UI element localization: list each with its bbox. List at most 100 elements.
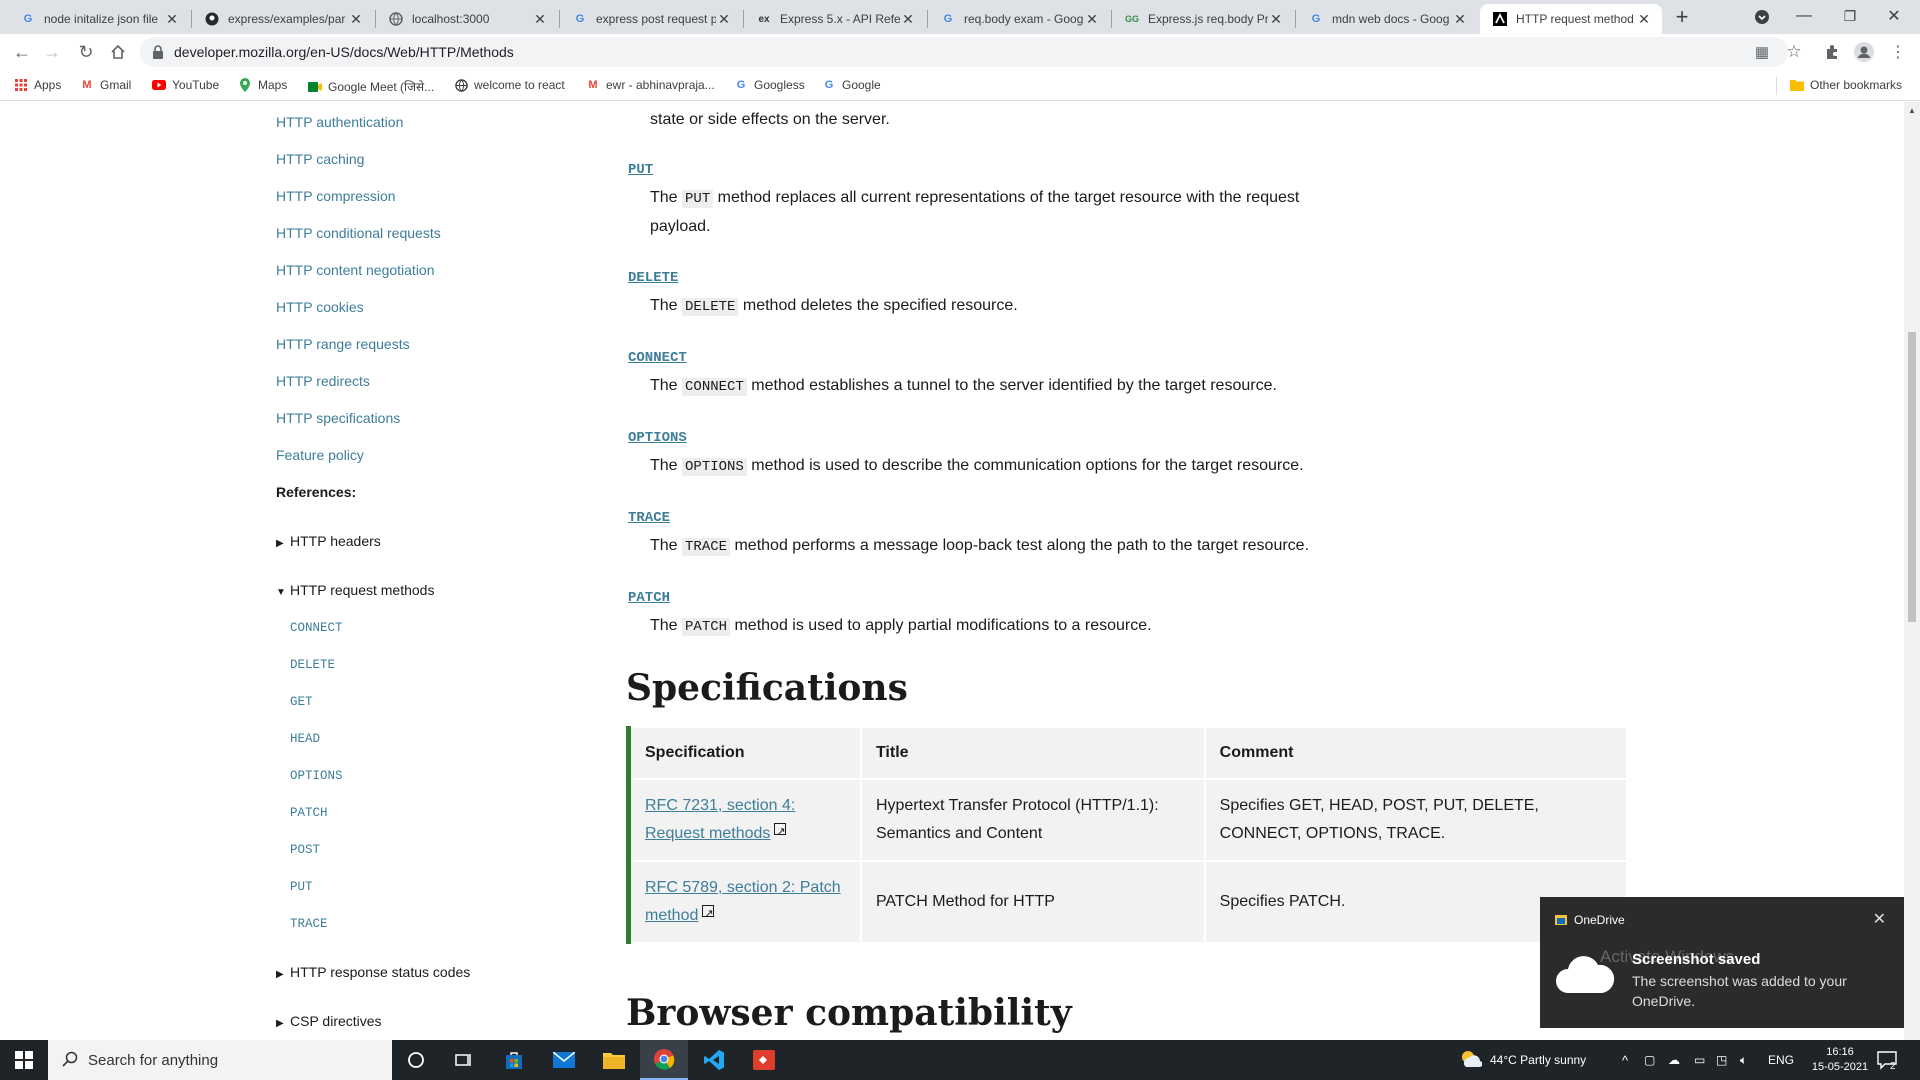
bookmark-maps[interactable]: Maps	[238, 78, 287, 92]
cortana-icon[interactable]	[392, 1040, 440, 1080]
restore-button[interactable]: ❐	[1836, 2, 1864, 30]
sidebar-method-get[interactable]: GET	[290, 695, 313, 709]
close-icon[interactable]: ✕	[1873, 909, 1886, 929]
browser-tab[interactable]: G express post request p ✕	[560, 4, 742, 34]
taskbar-search-box[interactable]: Search for anything	[48, 1040, 392, 1080]
bookmark-googless[interactable]: G Googless	[734, 78, 805, 92]
browser-tab[interactable]: express/examples/par ✕	[192, 4, 374, 34]
close-tab-icon[interactable]: ✕	[1452, 11, 1468, 28]
spec-link[interactable]: RFC 7231, section 4: Request methods	[645, 797, 795, 842]
close-tab-icon[interactable]: ✕	[164, 11, 180, 28]
new-tab-button[interactable]: +	[1668, 3, 1696, 31]
reload-icon[interactable]: ↻	[72, 38, 100, 66]
forward-arrow-icon[interactable]: →	[38, 38, 66, 66]
sidebar-tree-csp-directives[interactable]: ▶ CSP directives	[276, 1013, 382, 1029]
profile-avatar-icon[interactable]	[1850, 38, 1878, 66]
sidebar-link-http-cookies[interactable]: HTTP cookies	[276, 299, 364, 315]
bookmark-react[interactable]: welcome to react	[454, 78, 565, 92]
sidebar-link-http-conditional-requests[interactable]: HTTP conditional requests	[276, 225, 441, 241]
weather-widget[interactable]: 44°C Partly sunny	[1460, 1040, 1586, 1080]
method-term-options[interactable]: OPTIONS	[628, 430, 687, 446]
address-bar[interactable]: developer.mozilla.org/en-US/docs/Web/HTT…	[140, 37, 1788, 67]
meet-now-icon[interactable]: ▢	[1644, 1040, 1655, 1080]
mail-icon[interactable]	[540, 1040, 588, 1080]
clock[interactable]: 16:16 15-05-2021	[1812, 1040, 1868, 1080]
other-bookmarks[interactable]: Other bookmarks	[1790, 78, 1902, 92]
browser-tab[interactable]: GG Express.js req.body Pr ✕	[1112, 4, 1294, 34]
windows-start-icon[interactable]	[0, 1040, 48, 1080]
sidebar-method-head[interactable]: HEAD	[290, 732, 320, 746]
task-view-icon[interactable]	[440, 1040, 488, 1080]
bookmark-youtube[interactable]: YouTube	[152, 78, 219, 92]
extensions-puzzle-icon[interactable]	[1818, 38, 1846, 66]
sidebar-method-trace[interactable]: TRACE	[290, 917, 328, 931]
browser-tab[interactable]: G node initalize json file ✕	[8, 4, 190, 34]
minimize-button[interactable]: —	[1790, 2, 1818, 30]
browser-tab[interactable]: localhost:3000 ✕	[376, 4, 558, 34]
method-term-trace[interactable]: TRACE	[628, 510, 670, 526]
browser-tab[interactable]: G req.body exam - Goog ✕	[928, 4, 1110, 34]
bookmark-gmail[interactable]: M Gmail	[80, 78, 131, 92]
chrome-menu-icon[interactable]: ⋮	[1884, 38, 1912, 66]
close-tab-icon[interactable]: ✕	[1636, 11, 1652, 28]
network-icon[interactable]: ◳	[1716, 1040, 1727, 1080]
method-term-connect[interactable]: CONNECT	[628, 350, 687, 366]
tray-chevron-icon[interactable]: ^	[1622, 1040, 1628, 1080]
method-term-put[interactable]: PUT	[628, 162, 653, 178]
method-term-patch[interactable]: PATCH	[628, 590, 670, 606]
close-tab-icon[interactable]: ✕	[716, 11, 732, 28]
qr-code-icon[interactable]: ▦	[1748, 38, 1776, 66]
sidebar-link-http-caching[interactable]: HTTP caching	[276, 151, 364, 167]
sidebar-link-http-authentication[interactable]: HTTP authentication	[276, 114, 403, 130]
close-tab-icon[interactable]: ✕	[348, 11, 364, 28]
home-icon[interactable]	[104, 38, 132, 66]
sidebar-method-post[interactable]: POST	[290, 843, 320, 857]
battery-icon[interactable]: ▭	[1694, 1040, 1705, 1080]
bookmark-meet[interactable]: Google Meet (जिसे...	[308, 78, 434, 95]
close-tab-icon[interactable]: ✕	[1268, 11, 1284, 28]
bookmark-google[interactable]: G Google	[822, 78, 881, 92]
volume-icon[interactable]: 🔈︎	[1740, 1040, 1747, 1080]
browser-tab-active[interactable]: HTTP request method ✕	[1480, 4, 1662, 34]
sidebar-tree-http-response-status-codes[interactable]: ▶ HTTP response status codes	[276, 964, 470, 980]
scrollbar-thumb[interactable]	[1908, 332, 1916, 622]
vscode-icon[interactable]	[690, 1040, 738, 1080]
sidebar-method-connect[interactable]: CONNECT	[290, 621, 343, 635]
scroll-up-arrow-icon[interactable]: ▲	[1908, 106, 1916, 115]
google-icon: G	[943, 13, 953, 25]
bookmark-apps[interactable]: Apps	[14, 78, 61, 92]
method-term-delete[interactable]: DELETE	[628, 270, 678, 286]
page-scrollbar[interactable]: ▲	[1904, 102, 1920, 1040]
sidebar-method-patch[interactable]: PATCH	[290, 806, 328, 820]
sidebar-link-http-content-negotiation[interactable]: HTTP content negotiation	[276, 262, 435, 278]
notification-center-icon[interactable]: 2	[1876, 1040, 1904, 1080]
bookmark-ewr[interactable]: Mewr - abhinavpraja...	[586, 78, 714, 92]
sidebar-link-http-specifications[interactable]: HTTP specifications	[276, 410, 400, 426]
browser-tab[interactable]: ex Express 5.x - API Refer ✕	[744, 4, 926, 34]
sidebar-link-http-compression[interactable]: HTTP compression	[276, 188, 396, 204]
spec-link[interactable]: RFC 5789, section 2: Patch method	[645, 879, 841, 924]
sidebar-tree-http-request-methods[interactable]: ▼ HTTP request methods	[276, 582, 434, 598]
sidebar-method-options[interactable]: OPTIONS	[290, 769, 343, 783]
chrome-taskbar-icon[interactable]	[640, 1040, 688, 1080]
git-app-icon[interactable]	[740, 1040, 788, 1080]
back-arrow-icon[interactable]: ←	[8, 38, 36, 66]
browser-tab[interactable]: G mdn web docs - Goog ✕	[1296, 4, 1478, 34]
close-tab-icon[interactable]: ✕	[532, 11, 548, 28]
bookmark-star-icon[interactable]: ☆	[1780, 38, 1808, 66]
onedrive-notification[interactable]: OneDrive ✕ Activate Windows Screenshot s…	[1540, 897, 1904, 1028]
close-tab-icon[interactable]: ✕	[1084, 11, 1100, 28]
file-explorer-icon[interactable]	[590, 1040, 638, 1080]
microsoft-store-icon[interactable]	[490, 1040, 538, 1080]
close-tab-icon[interactable]: ✕	[900, 11, 916, 28]
sidebar-tree-http-headers[interactable]: ▶ HTTP headers	[276, 533, 381, 549]
language-indicator[interactable]: ENG	[1768, 1040, 1794, 1080]
sidebar-link-feature-policy[interactable]: Feature policy	[276, 447, 364, 463]
tab-search-icon[interactable]	[1748, 3, 1776, 31]
sidebar-link-http-range-requests[interactable]: HTTP range requests	[276, 336, 410, 352]
sidebar-method-put[interactable]: PUT	[290, 880, 313, 894]
close-window-button[interactable]: ✕	[1880, 2, 1908, 30]
sidebar-link-http-redirects[interactable]: HTTP redirects	[276, 373, 370, 389]
sidebar-method-delete[interactable]: DELETE	[290, 658, 335, 672]
onedrive-tray-icon[interactable]: ☁	[1668, 1040, 1680, 1080]
